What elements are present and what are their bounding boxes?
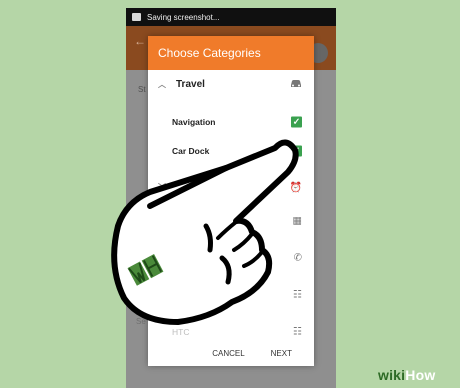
list-item-events[interactable]: Events ▦ xyxy=(148,202,314,239)
back-arrow-icon: ← xyxy=(134,34,146,48)
dialog-title: Choose Categories xyxy=(148,36,314,70)
watermark-prefix: wiki xyxy=(378,367,406,383)
alarm-clock-icon: ⏰ xyxy=(289,182,302,193)
car-icon xyxy=(290,79,302,91)
background-text-2: Se xyxy=(136,317,146,326)
item-label: HTC xyxy=(172,326,190,337)
item-label: Navigation xyxy=(172,116,216,127)
next-button[interactable]: NEXT xyxy=(271,349,292,358)
status-text: Saving screenshot... xyxy=(147,12,220,22)
watermark-suffix: How xyxy=(405,367,436,383)
sliders-icon: ☷ xyxy=(293,326,302,337)
list-item-navigation[interactable]: Navigation ✓ xyxy=(148,107,314,136)
chevron-down-icon: ﹀ xyxy=(158,183,166,192)
choose-categories-dialog: Choose Categories ︿ Travel Navigation ✓ … xyxy=(148,36,314,366)
image-icon xyxy=(132,13,141,21)
background-text: St xyxy=(138,85,146,94)
group-label: Travel xyxy=(176,79,205,90)
wikihow-watermark: wikiHow xyxy=(378,367,435,383)
item-label: Phone xyxy=(172,252,197,263)
list-item-phone[interactable]: Phone ✆ xyxy=(148,239,314,276)
checkbox-checked-icon[interactable]: ✓ xyxy=(291,116,302,127)
status-bar: Saving screenshot... xyxy=(126,8,336,26)
dialog-footer: CANCEL NEXT xyxy=(148,340,314,366)
chevron-up-icon: ︿ xyxy=(158,80,166,89)
item-label: Samsung xyxy=(172,289,208,300)
sliders-icon: ☷ xyxy=(293,289,302,300)
phone-icon: ✆ xyxy=(293,252,302,263)
list-item-samsung[interactable]: Samsung ☷ xyxy=(148,276,314,313)
item-label: Events xyxy=(172,215,198,226)
checkbox-checked-icon[interactable]: ✓ xyxy=(291,145,302,156)
item-label: Car Dock xyxy=(172,145,210,156)
group-label: Alarms xyxy=(176,182,210,193)
cancel-button[interactable]: CANCEL xyxy=(212,349,244,358)
group-travel[interactable]: ︿ Travel xyxy=(148,70,314,99)
group-alarms[interactable]: ﹀ Alarms ⏰ xyxy=(148,173,314,202)
list-item-car-dock[interactable]: Car Dock ✓ xyxy=(148,136,314,165)
calendar-icon: ▦ xyxy=(292,215,302,226)
